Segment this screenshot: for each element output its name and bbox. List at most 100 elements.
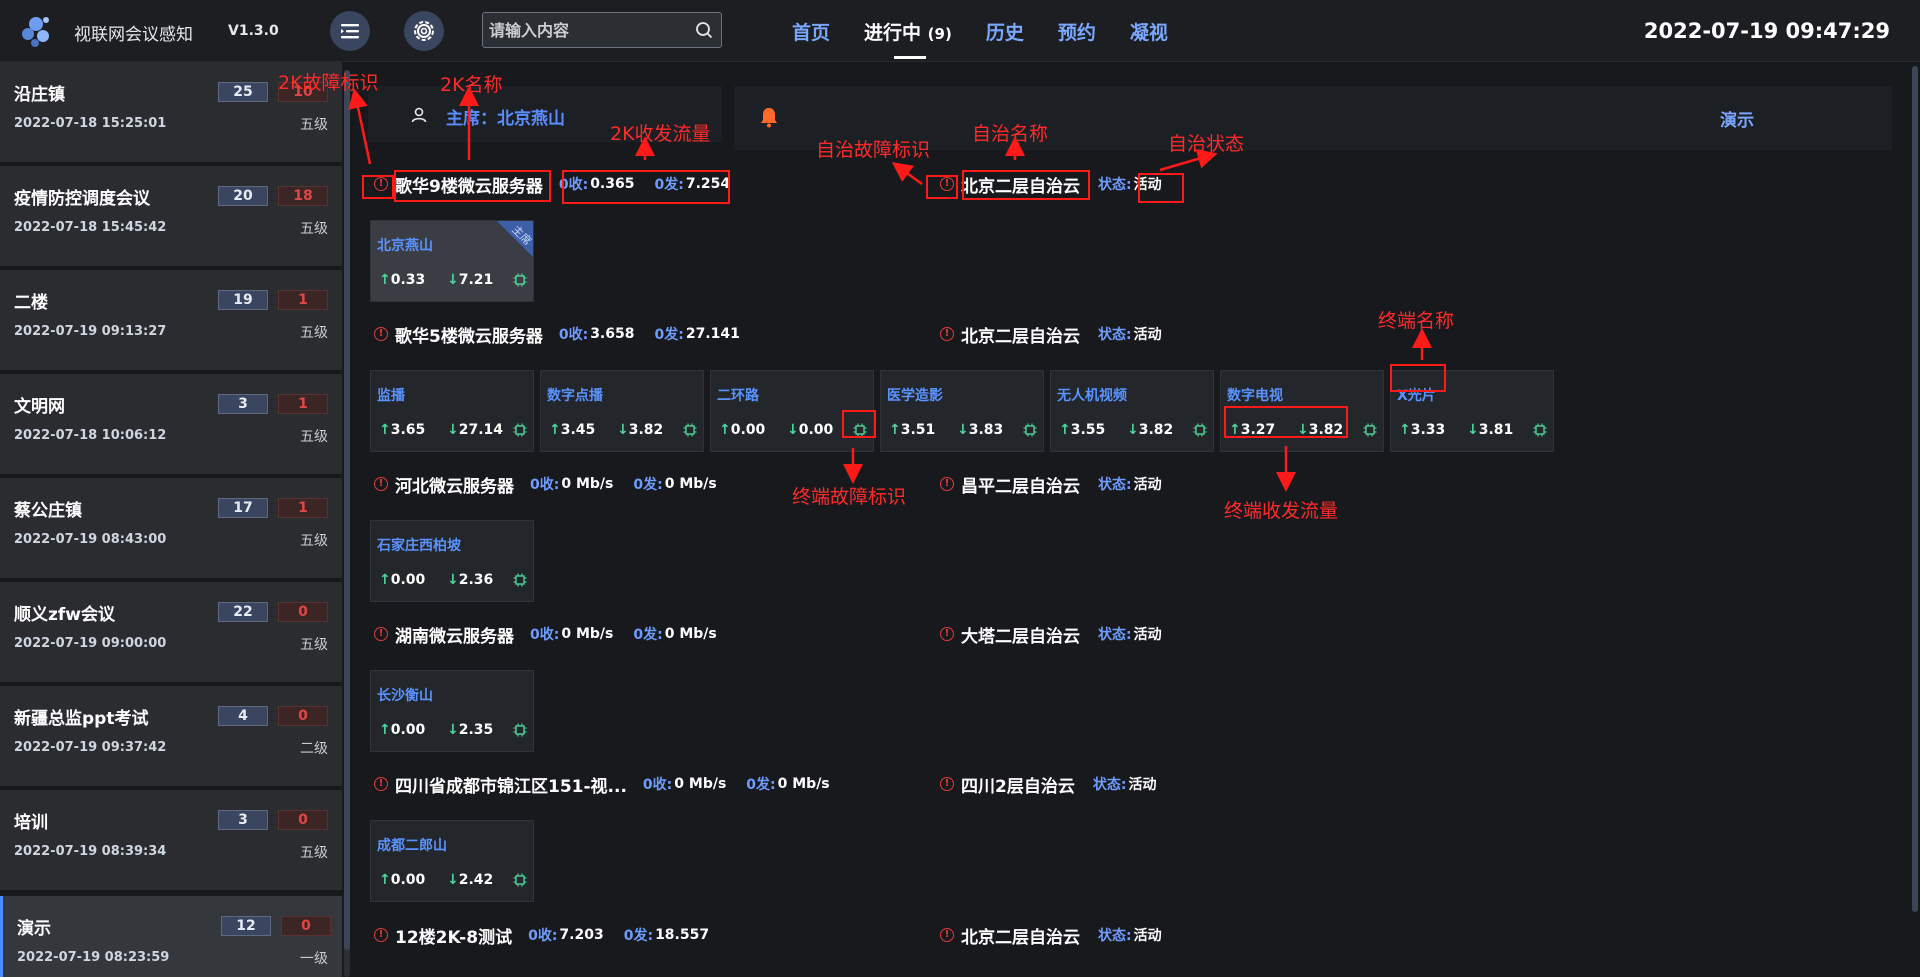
meeting-item[interactable]: 二楼 2022-07-19 09:13:27 19 1 五级 bbox=[0, 270, 342, 370]
arrow-up-icon: ↑ bbox=[379, 272, 391, 288]
meeting-time: 2022-07-18 15:45:42 bbox=[14, 220, 167, 235]
send-value: 0 Mb/s bbox=[664, 476, 717, 492]
send-value: 0 Mb/s bbox=[777, 776, 830, 792]
server-fault-icon[interactable]: ! bbox=[374, 928, 388, 942]
terminal-download: ↓0.00 bbox=[787, 422, 833, 438]
autonomous-cloud-name[interactable]: 昌平二层自治云 bbox=[961, 472, 1080, 497]
server-name[interactable]: 河北微云服务器 bbox=[395, 472, 514, 497]
bell-icon[interactable] bbox=[758, 106, 780, 128]
terminal-fault-chip-icon[interactable] bbox=[1363, 422, 1377, 437]
terminal-name[interactable]: 北京燕山 bbox=[377, 235, 433, 255]
terminal-card[interactable]: 医学造影 ↑3.51 ↓3.83 bbox=[880, 370, 1044, 452]
autonomous-cloud-name[interactable]: 北京二层自治云 bbox=[961, 322, 1080, 347]
server-name[interactable]: 四川省成都市锦江区151-视... bbox=[395, 772, 627, 797]
autonomous-cloud-name[interactable]: 北京二层自治云 bbox=[961, 923, 1080, 948]
terminal-card[interactable]: 北京燕山 ↑0.33 ↓7.21 主席 bbox=[370, 220, 534, 302]
menu-button[interactable] bbox=[330, 11, 370, 51]
terminal-fault-chip-icon[interactable] bbox=[513, 422, 527, 437]
meeting-item[interactable]: 疫情防控调度会议 2022-07-18 15:45:42 20 18 五级 bbox=[0, 166, 342, 266]
terminal-name[interactable]: 无人机视频 bbox=[1057, 385, 1127, 405]
terminal-download: ↓3.82 bbox=[1127, 422, 1173, 438]
autonomous-cloud-name[interactable]: 四川2层自治云 bbox=[961, 772, 1075, 797]
nav-watch[interactable]: 凝视 bbox=[1130, 18, 1168, 45]
terminal-name[interactable]: 数字点播 bbox=[547, 385, 603, 405]
server-name[interactable]: 12楼2K-8测试 bbox=[395, 923, 512, 948]
server-fault-icon[interactable]: ! bbox=[374, 477, 388, 491]
terminal-card[interactable]: 成都二郎山 ↑0.00 ↓2.42 bbox=[370, 820, 534, 902]
sidebar-scrollbar-thumb[interactable] bbox=[344, 70, 350, 950]
terminal-fault-chip-icon[interactable] bbox=[1023, 422, 1037, 437]
autonomous-fault-icon[interactable]: ! bbox=[940, 477, 954, 491]
meeting-item[interactable]: 顺义zfw会议 2022-07-19 09:00:00 22 0 五级 bbox=[0, 582, 342, 682]
send-label: 0发: bbox=[633, 477, 663, 493]
terminal-name[interactable]: 数字电视 bbox=[1227, 385, 1283, 405]
terminal-fault-chip-icon[interactable] bbox=[513, 572, 527, 587]
terminal-download-value: 2.42 bbox=[458, 872, 494, 888]
meeting-item[interactable]: 演示 2022-07-19 08:23:59 12 0 一级 bbox=[0, 896, 342, 977]
server-row: ! 湖南微云服务器 0收: 0 Mb/s 0发: 0 Mb/s bbox=[374, 622, 737, 647]
terminal-name[interactable]: 成都二郎山 bbox=[377, 835, 447, 855]
meeting-level: 五级 bbox=[300, 845, 328, 861]
meeting-item[interactable]: 新疆总监ppt考试 2022-07-19 09:37:42 4 0 二级 bbox=[0, 686, 342, 786]
app-logo-icon bbox=[16, 10, 56, 50]
autonomous-fault-icon[interactable]: ! bbox=[940, 327, 954, 341]
meeting-item[interactable]: 培训 2022-07-19 08:39:34 3 0 五级 bbox=[0, 790, 342, 890]
server-name[interactable]: 湖南微云服务器 bbox=[395, 622, 514, 647]
terminal-fault-chip-icon[interactable] bbox=[513, 272, 527, 287]
nav-home[interactable]: 首页 bbox=[792, 18, 830, 45]
main-scrollbar[interactable] bbox=[1912, 66, 1918, 912]
top-bar: 视联网会议感知 V1.3.0 首页 进行中 (9) 历史 预约 凝视 2022-… bbox=[0, 0, 1920, 62]
settings-button[interactable] bbox=[404, 11, 444, 51]
server-name[interactable]: 歌华5楼微云服务器 bbox=[395, 322, 543, 347]
autonomous-fault-icon[interactable]: ! bbox=[940, 928, 954, 942]
meeting-item[interactable]: 文明网 2022-07-18 10:06:12 3 1 五级 bbox=[0, 374, 342, 474]
terminal-name[interactable]: 监播 bbox=[377, 385, 405, 405]
annotation-box-fault-2k bbox=[362, 175, 394, 199]
server-fault-icon[interactable]: ! bbox=[374, 777, 388, 791]
state-value: 活动 bbox=[1133, 477, 1162, 493]
terminal-card[interactable]: 石家庄西柏坡 ↑0.00 ↓2.36 bbox=[370, 520, 534, 602]
terminal-upload-value: 3.55 bbox=[1070, 422, 1106, 438]
autonomous-fault-icon[interactable]: ! bbox=[940, 627, 954, 641]
fault-count-badge: 1 bbox=[278, 290, 328, 310]
terminal-name[interactable]: 二环路 bbox=[717, 385, 759, 405]
clock: 2022-07-19 09:47:29 bbox=[1643, 19, 1890, 43]
search-input[interactable] bbox=[489, 17, 689, 43]
terminal-upload: ↑0.33 bbox=[379, 272, 425, 288]
annotation-box-term-name bbox=[1390, 364, 1446, 392]
terminal-upload: ↑0.00 bbox=[379, 572, 425, 588]
terminal-fault-chip-icon[interactable] bbox=[513, 722, 527, 737]
terminal-download: ↓3.81 bbox=[1467, 422, 1513, 438]
meeting-name: 沿庄镇 bbox=[14, 85, 65, 105]
terminal-fault-chip-icon[interactable] bbox=[513, 872, 527, 887]
server-fault-icon[interactable]: ! bbox=[374, 627, 388, 641]
nav-ongoing[interactable]: 进行中 (9) bbox=[864, 18, 952, 59]
server-fault-icon[interactable]: ! bbox=[374, 327, 388, 341]
terminal-fault-chip-icon[interactable] bbox=[683, 422, 697, 437]
terminal-card[interactable]: 监播 ↑3.65 ↓27.14 bbox=[370, 370, 534, 452]
terminal-card[interactable]: 无人机视频 ↑3.55 ↓3.82 bbox=[1050, 370, 1214, 452]
meeting-item[interactable]: 蔡公庄镇 2022-07-19 08:43:00 17 1 五级 bbox=[0, 478, 342, 578]
meeting-name: 新疆总监ppt考试 bbox=[14, 709, 149, 729]
state-label: 状态: bbox=[1092, 777, 1127, 793]
terminal-download: ↓2.35 bbox=[447, 722, 493, 738]
terminal-card[interactable]: 数字点播 ↑3.45 ↓3.82 bbox=[540, 370, 704, 452]
send-label: 0发: bbox=[633, 627, 663, 643]
autonomous-fault-icon[interactable]: ! bbox=[940, 777, 954, 791]
autonomous-cloud-name[interactable]: 大塔二层自治云 bbox=[961, 622, 1080, 647]
sidebar-scrollbar[interactable] bbox=[344, 70, 350, 977]
terminal-name[interactable]: 长沙衡山 bbox=[377, 685, 433, 705]
send-label: 0发: bbox=[623, 928, 654, 944]
terminal-fault-chip-icon[interactable] bbox=[1533, 422, 1547, 437]
terminal-fault-chip-icon[interactable] bbox=[1193, 422, 1207, 437]
send-label: 0发: bbox=[746, 777, 776, 793]
terminal-name[interactable]: 医学造影 bbox=[887, 385, 943, 405]
nav-history[interactable]: 历史 bbox=[986, 18, 1024, 45]
terminal-upload-value: 0.00 bbox=[390, 872, 426, 888]
search-icon[interactable] bbox=[695, 21, 713, 39]
terminal-name[interactable]: 石家庄西柏坡 bbox=[377, 535, 461, 555]
nav-booking[interactable]: 预约 bbox=[1058, 18, 1096, 45]
terminal-download-value: 3.82 bbox=[1138, 422, 1174, 438]
meeting-time: 2022-07-18 15:25:01 bbox=[14, 116, 167, 131]
terminal-card[interactable]: 长沙衡山 ↑0.00 ↓2.35 bbox=[370, 670, 534, 752]
